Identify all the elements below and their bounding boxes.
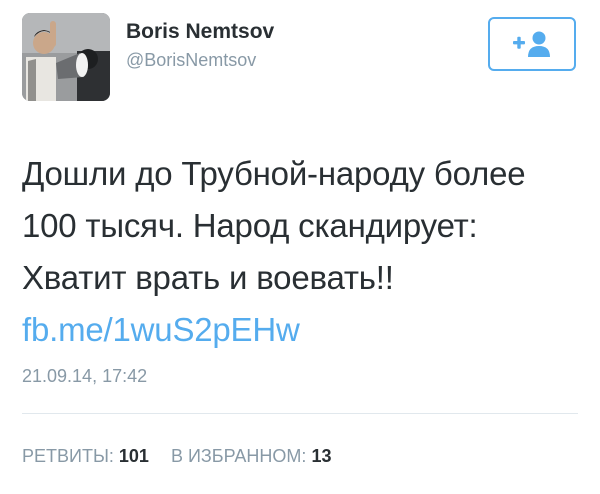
tweet-link[interactable]: fb.me/1wuS2pEHw <box>22 311 300 348</box>
follow-button[interactable] <box>488 17 576 71</box>
avatar-photo <box>22 13 110 101</box>
user-handle[interactable]: @BorisNemtsov <box>126 50 256 71</box>
retweets-label[interactable]: РЕТВИТЫ: <box>22 446 114 466</box>
tweet-body: Дошли до Трубной-народу более 100 тысяч.… <box>22 155 526 296</box>
divider <box>22 413 578 414</box>
tweet-stats: РЕТВИТЫ: 101 В ИЗБРАННОМ: 13 <box>22 446 331 467</box>
favorites-label[interactable]: В ИЗБРАННОМ: <box>171 446 306 466</box>
retweets-count[interactable]: 101 <box>119 446 149 466</box>
favorites-count[interactable]: 13 <box>311 446 331 466</box>
avatar[interactable] <box>22 13 110 101</box>
display-name[interactable]: Boris Nemtsov <box>126 20 274 44</box>
tweet-timestamp[interactable]: 21.09.14, 17:42 <box>22 366 147 387</box>
tweet-text: Дошли до Трубной-народу более 100 тысяч.… <box>22 148 582 356</box>
add-user-icon <box>513 31 550 57</box>
